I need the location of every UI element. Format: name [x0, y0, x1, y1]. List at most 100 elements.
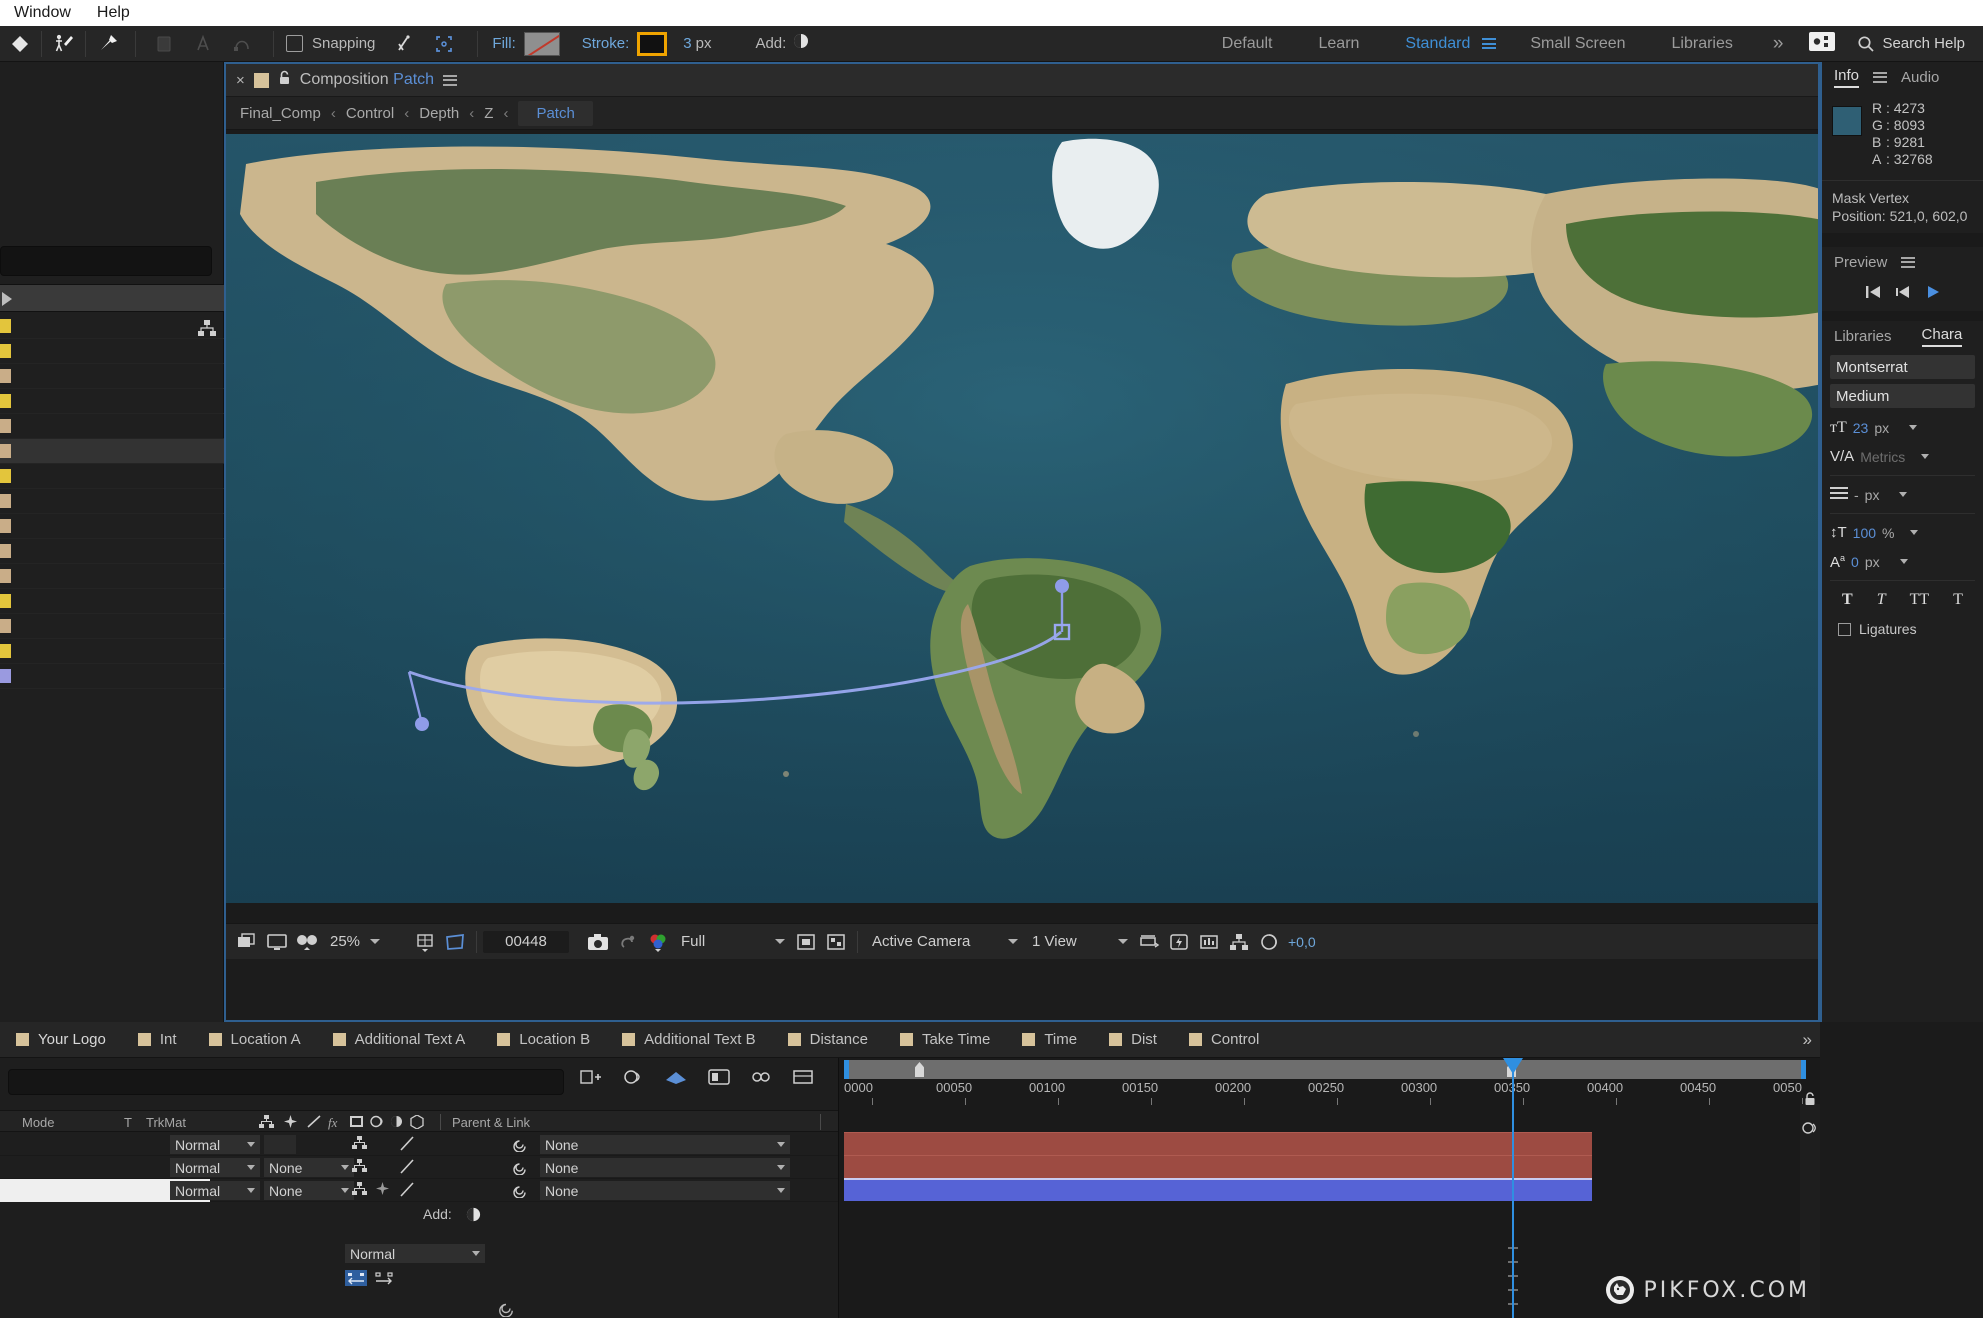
pickwhip-icon[interactable] [512, 1137, 527, 1155]
table-row[interactable]: Normal None [0, 1133, 838, 1156]
motion-blur-rail-icon[interactable] [1802, 1120, 1818, 1141]
breadcrumb-item-control[interactable]: Control [346, 105, 394, 122]
current-frame-field[interactable]: 00448 [483, 930, 569, 953]
list-item[interactable] [0, 364, 224, 389]
timeline-tab-distance[interactable]: Distance [772, 1022, 884, 1057]
rotobrush-tool-button[interactable] [144, 26, 183, 62]
list-item[interactable] [0, 464, 224, 489]
puppet-tool-button[interactable] [44, 26, 83, 62]
composition-viewer[interactable]: 25% 00448 Full Active Camera 1 View +0,0 [226, 130, 1818, 959]
toggle-panels-icon[interactable] [1809, 31, 1836, 56]
tab-info[interactable]: Info [1834, 67, 1860, 88]
tab-libraries[interactable]: Libraries [1834, 328, 1892, 345]
snapping-checkbox[interactable] [286, 35, 303, 52]
parent-switch-icon[interactable] [352, 1182, 367, 1198]
workspace-standard[interactable]: Standard [1405, 35, 1470, 53]
list-item[interactable] [0, 489, 224, 514]
3d-glasses-icon[interactable] [292, 924, 322, 960]
timeline-tab-location-b[interactable]: Location B [481, 1022, 606, 1057]
zoom-level-select[interactable]: 25% [322, 930, 410, 953]
workspace-overflow-button[interactable]: » [1773, 33, 1784, 55]
italic-button[interactable]: T [1877, 591, 1886, 609]
timeline-tab-additional-text-a[interactable]: Additional Text A [317, 1022, 482, 1057]
kerning-value[interactable]: Metrics [1860, 449, 1905, 465]
list-item[interactable] [0, 664, 224, 689]
font-family-select[interactable]: Montserrat [1830, 355, 1975, 379]
list-item[interactable] [0, 314, 224, 339]
pin-tool-button[interactable] [88, 26, 127, 62]
transparency-grid-icon[interactable] [821, 924, 851, 960]
camera-select[interactable]: Active Camera [864, 930, 1024, 953]
layer-mode-select[interactable]: Normal [170, 1158, 260, 1177]
breadcrumb-item-depth[interactable]: Depth [419, 105, 459, 122]
comp-flowchart-icon[interactable] [792, 1068, 814, 1091]
snapshot-icon[interactable] [583, 924, 613, 960]
list-item[interactable] [0, 389, 224, 414]
font-size-value[interactable]: 23 [1853, 420, 1869, 436]
timeline-graph-icon[interactable] [1194, 924, 1224, 960]
vertical-scale-value[interactable]: 100 [1853, 525, 1876, 541]
table-row[interactable]: Normal None None [0, 1156, 838, 1179]
layer-duration-bar-2[interactable] [844, 1155, 1592, 1178]
path-direction-forward-button[interactable] [373, 1270, 395, 1291]
layer-duration-bar-3[interactable] [844, 1178, 1592, 1201]
pickwhip-icon[interactable] [512, 1160, 527, 1178]
view-layout-select[interactable]: 1 View [1024, 930, 1134, 953]
motion-blur-icon[interactable] [622, 1068, 644, 1091]
add-keyframe-icon[interactable] [580, 1068, 602, 1091]
list-item[interactable] [0, 614, 224, 639]
current-time-indicator[interactable] [1503, 1058, 1523, 1318]
layer-trkmat-select[interactable]: None [264, 1181, 354, 1200]
layer-mode-select[interactable]: Normal [170, 1181, 260, 1200]
transform-box-icon[interactable] [424, 26, 463, 62]
menu-item-help[interactable]: Help [97, 0, 130, 26]
list-item[interactable] [0, 539, 224, 564]
tab-character[interactable]: Chara [1921, 326, 1963, 347]
layer-t-cell[interactable] [264, 1135, 296, 1154]
list-item[interactable] [0, 339, 224, 364]
workspace-menu-icon[interactable] [1482, 36, 1497, 52]
project-expand-bar[interactable] [0, 284, 224, 312]
layer-search-input[interactable] [8, 1069, 564, 1095]
play-button[interactable] [1925, 285, 1941, 304]
pickwhip-icon[interactable] [498, 1300, 515, 1318]
layer-link-icon[interactable] [750, 1068, 772, 1091]
channel-rgb-icon[interactable] [643, 924, 673, 960]
add-menu-icon[interactable] [466, 1207, 481, 1225]
exposure-offset-value[interactable]: +0,0 [1288, 934, 1316, 950]
world-map-canvas[interactable] [226, 134, 1818, 903]
layer-parent-select[interactable]: None [540, 1135, 790, 1154]
all-caps-button[interactable]: TT [1910, 591, 1930, 609]
bold-button[interactable]: T [1842, 591, 1853, 609]
timeline-tab-location-a[interactable]: Location A [193, 1022, 317, 1057]
panel-menu-icon[interactable] [443, 72, 458, 88]
list-item[interactable] [0, 439, 224, 464]
resolution-select[interactable]: Full [673, 930, 791, 953]
comp-flowchart-icon[interactable] [1224, 924, 1254, 960]
step-back-button[interactable] [1895, 285, 1911, 304]
workspace-default[interactable]: Default [1222, 35, 1273, 53]
list-item[interactable] [0, 564, 224, 589]
path-direction-reverse-button[interactable] [345, 1270, 367, 1291]
leading-value[interactable]: - [1854, 487, 1859, 503]
breadcrumb-item-z[interactable]: Z [484, 105, 493, 122]
target-region-icon[interactable] [791, 924, 821, 960]
ligatures-row[interactable]: Ligatures [1830, 615, 1975, 643]
chevron-down-icon[interactable] [1909, 425, 1918, 430]
pickwhip-icon[interactable] [512, 1183, 527, 1201]
shape-blend-mode-select-1[interactable]: Normal [345, 1244, 485, 1263]
selection-tool-button[interactable] [0, 26, 39, 62]
snap-vertex-icon[interactable] [385, 26, 424, 62]
table-row[interactable]: Normal None None [0, 1179, 838, 1202]
stroke-width-value[interactable]: 3 [683, 35, 691, 52]
fast-preview-icon[interactable] [1164, 924, 1194, 960]
go-to-start-button[interactable] [1865, 285, 1881, 304]
timeline-tab-time[interactable]: Time [1006, 1022, 1093, 1057]
timeline-tab-take-time[interactable]: Take Time [884, 1022, 1006, 1057]
baseline-shift-value[interactable]: 0 [1851, 554, 1859, 570]
chevron-down-icon[interactable] [1921, 454, 1930, 459]
layer-bar-lock-icon[interactable] [1804, 1092, 1816, 1111]
chevron-down-icon[interactable] [1899, 492, 1908, 497]
list-item[interactable] [0, 414, 224, 439]
effects-switch-icon[interactable] [400, 1136, 414, 1154]
